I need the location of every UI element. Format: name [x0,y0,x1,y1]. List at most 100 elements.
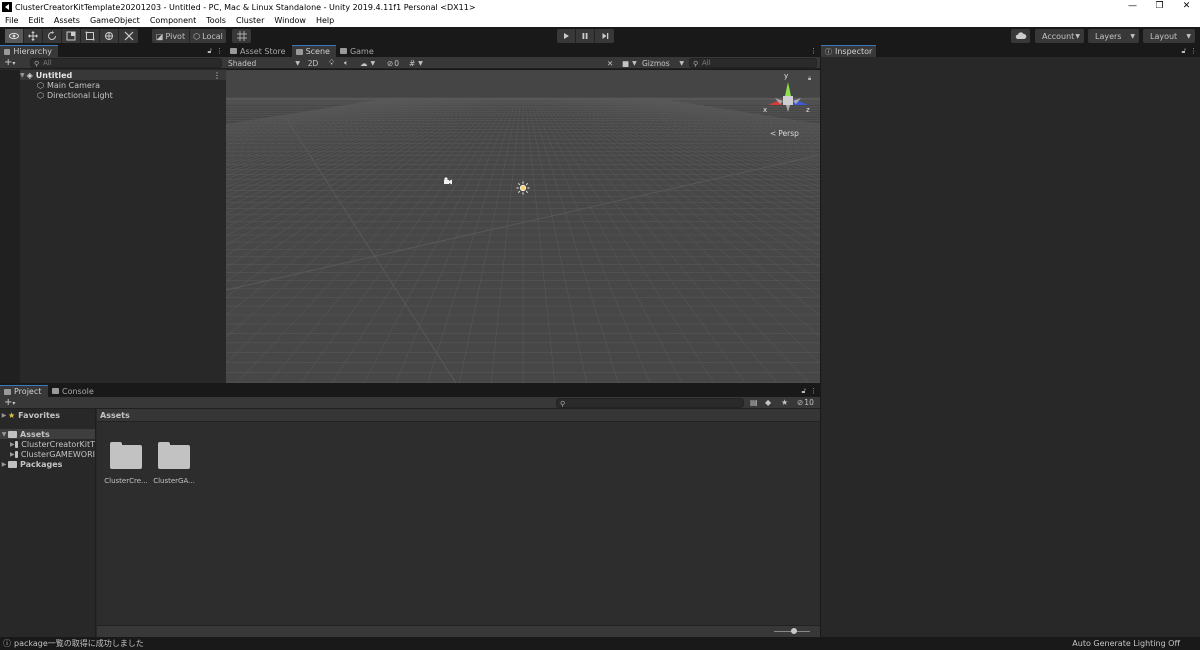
menu-assets[interactable]: Assets [49,16,85,25]
hierarchy-panel: Hierarchy 🔓︎ ⋮ +▾ ⚲ All ▼ ◈ Untitled ⋮ ⬡… [0,45,226,383]
scene-menu-icon[interactable]: ⋮ [213,71,221,80]
expand-arrow-icon[interactable]: ▼ [20,72,25,79]
local-toggle[interactable]: ⬡ Local [190,29,226,43]
orientation-gizmo[interactable]: y x z 🔒︎ < Persp [758,72,818,142]
gizmos-dropdown[interactable]: Gizmos ▼ [642,58,684,68]
pivot-toggle[interactable]: ◪ Pivot [152,29,190,43]
tab-game[interactable]: Game [336,45,380,57]
scale-tool-button[interactable] [62,29,81,43]
status-message[interactable]: package一覧の取得に成功しました [14,638,144,649]
shading-mode-dropdown[interactable]: Shaded ▼ [228,58,300,68]
create-add-button[interactable]: +▾ [4,397,15,409]
camera-dropdown[interactable]: ■ ▼ [622,58,637,68]
asset-folder-cluster-ga[interactable]: ClusterGA... [150,442,198,485]
expand-arrow-icon[interactable]: ▶ [0,412,8,419]
gameobject-cube-icon: ⬡ [37,80,44,90]
lock-icon[interactable]: 🔓︎ [801,387,806,396]
custom-tool-button[interactable] [119,29,138,43]
kebab-menu-icon[interactable]: ⋮ [810,47,817,55]
search-by-type-icon[interactable]: ▤ [750,398,758,407]
lock-icon[interactable]: 🔓︎ [1181,47,1186,56]
scene-row-untitled[interactable]: ▼ ◈ Untitled ⋮ [20,70,226,80]
scene-panel: Asset Store Scene Game ⋮ Shaded ▼ 2D 💡︎ … [226,45,820,383]
maximize-button[interactable]: ❐ [1146,0,1173,14]
local-icon: ⬡ [193,31,201,41]
projection-toggle[interactable]: < Persp [770,129,799,138]
expand-arrow-icon[interactable]: ▶ [10,441,15,448]
search-by-label-icon[interactable]: ◆ [765,398,771,407]
tab-scene[interactable]: Scene [291,45,336,57]
breadcrumb-assets[interactable]: Assets [100,411,130,420]
rect-tool-button[interactable] [81,29,100,43]
view-tool-button[interactable] [5,29,24,43]
tab-asset-store[interactable]: Asset Store [226,45,292,57]
hierarchy-item-main-camera[interactable]: ⬡ Main Camera [20,80,226,90]
toggle-2d-button[interactable]: 2D [306,58,320,68]
grid-snap-button[interactable] [232,29,251,43]
move-tool-button[interactable] [24,29,43,43]
local-label: Local [202,31,223,41]
icon-size-slider-thumb[interactable] [791,628,797,634]
account-dropdown[interactable]: Account ▼ [1035,29,1084,43]
tab-hierarchy[interactable]: Hierarchy [0,45,58,57]
menu-tools[interactable]: Tools [201,16,231,25]
rotate-tool-button[interactable] [43,29,62,43]
kebab-menu-icon[interactable]: ⋮ [216,47,223,55]
tree-item-favorites[interactable]: ▶ ★ Favorites [0,410,95,420]
expand-arrow-icon[interactable]: ▶ [0,461,8,468]
audio-toggle[interactable]: 🔈︎ [344,58,349,68]
tools-toggle[interactable]: ✕ [607,58,613,68]
gizmo-lock-icon[interactable]: 🔒︎ [808,75,811,83]
menu-gameobject[interactable]: GameObject [85,16,145,25]
menu-edit[interactable]: Edit [23,16,49,25]
kebab-menu-icon[interactable]: ⋮ [810,387,817,395]
menu-cluster[interactable]: Cluster [231,16,269,25]
menu-help[interactable]: Help [311,16,339,25]
auto-lighting-status[interactable]: Auto Generate Lighting Off [1072,639,1180,648]
tree-item-assets[interactable]: ▼ Assets [0,429,95,439]
project-search-input[interactable]: ⚲ [556,398,744,408]
create-add-button[interactable]: +▾ [4,57,15,69]
chevron-down-icon: ▼ [370,59,376,67]
step-button[interactable] [595,29,614,43]
layout-dropdown[interactable]: Layout ▼ [1143,29,1195,43]
hidden-packages-toggle[interactable]: ⊘ 10 [797,398,814,407]
folder-icon [14,440,19,448]
lighting-toggle[interactable]: 💡︎ [329,58,334,68]
hidden-objects-toggle[interactable]: ⊘ 0 [387,58,399,68]
menu-component[interactable]: Component [145,16,201,25]
layers-dropdown[interactable]: Layers ▼ [1088,29,1139,43]
close-button[interactable]: ✕ [1173,0,1200,14]
hierarchy-search-input[interactable]: ⚲ All [30,58,222,68]
tab-console[interactable]: Console [48,385,100,397]
asset-folder-cluster-creator[interactable]: ClusterCre... [102,442,150,485]
scene-viewport[interactable]: y x z 🔒︎ < Persp [226,70,820,383]
tree-item-cluster-gameworks[interactable]: ▶ ClusterGAMEWORI [0,449,95,459]
expand-arrow-icon[interactable]: ▶ [10,451,15,458]
main-camera-gizmo-icon[interactable] [443,177,453,185]
tree-item-label: ClusterGAMEWORI [20,449,95,459]
directional-light-gizmo-icon[interactable] [516,181,530,195]
lock-icon[interactable]: 🔓︎ [207,47,212,56]
transform-tool-button[interactable] [100,29,119,43]
tab-project[interactable]: Project [0,385,48,397]
tab-inspector[interactable]: ⓘ Inspector [821,45,876,57]
effects-dropdown[interactable]: ☁︎ ▼ [360,58,375,68]
menu-file[interactable]: File [0,16,23,25]
kebab-menu-icon[interactable]: ⋮ [1190,47,1197,55]
scene-search-input[interactable]: ⚲ All [689,58,817,68]
hidden-packages-count: 10 [804,398,814,407]
play-button[interactable] [557,29,576,43]
menu-window[interactable]: Window [269,16,311,25]
tree-item-cluster-creator-kit[interactable]: ▶ ClusterCreatorKitT [0,439,95,449]
expand-arrow-icon[interactable]: ▼ [0,431,8,438]
persp-label: Persp [778,129,799,138]
hierarchy-item-directional-light[interactable]: ⬡ Directional Light [20,90,226,100]
pause-button[interactable] [576,29,595,43]
favorite-star-icon[interactable]: ★ [781,398,788,407]
collab-cloud-button[interactable] [1011,29,1030,43]
minimize-button[interactable]: — [1119,0,1146,14]
tree-item-packages[interactable]: ▶ Packages [0,459,95,469]
grid-dropdown[interactable]: # ▼ [409,58,423,68]
folder-open-icon [8,430,17,438]
